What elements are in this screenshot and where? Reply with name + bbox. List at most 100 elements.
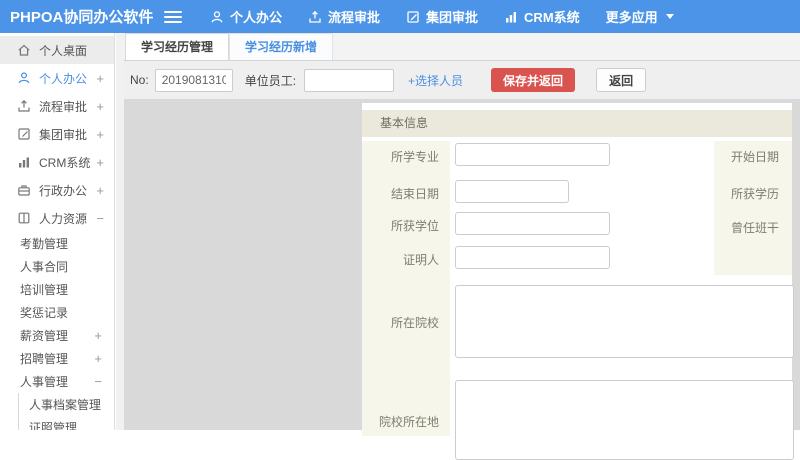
school-location-label: 院校所在地 bbox=[362, 413, 439, 430]
home-icon bbox=[17, 43, 31, 57]
sidebar-item-label: 集团审批 bbox=[39, 126, 87, 143]
tab-study-history-mgmt[interactable]: 学习经历管理 bbox=[125, 33, 229, 60]
sidebar-item-personal-desktop[interactable]: 个人桌面 bbox=[0, 36, 114, 64]
class-cadre-label: 曾任班干 bbox=[714, 219, 779, 236]
certifier-input[interactable] bbox=[455, 246, 610, 269]
expand-icon[interactable]: − bbox=[96, 211, 104, 226]
app-logo: PHPOA协同办公软件 bbox=[0, 6, 158, 27]
education-label: 所获学历 bbox=[714, 185, 779, 202]
sidebar-item-label: 招聘管理 bbox=[20, 350, 68, 367]
select-person-link[interactable]: +选择人员 bbox=[408, 72, 463, 89]
expand-icon[interactable]: + bbox=[94, 328, 102, 343]
major-input[interactable] bbox=[455, 143, 610, 166]
expand-icon[interactable]: + bbox=[96, 155, 104, 170]
book-icon bbox=[17, 211, 31, 225]
section-title: 基本信息 bbox=[362, 110, 792, 137]
sidebar-item-admin-office[interactable]: 行政办公 + bbox=[0, 176, 114, 204]
expand-icon[interactable]: + bbox=[96, 183, 104, 198]
expand-icon[interactable]: + bbox=[96, 99, 104, 114]
user-icon bbox=[17, 71, 31, 85]
sidebar-item-hr-contract[interactable]: 人事合同 bbox=[0, 255, 114, 278]
employee-input[interactable] bbox=[304, 69, 394, 92]
no-input[interactable] bbox=[155, 69, 233, 92]
sidebar-item-recruit-mgmt[interactable]: 招聘管理 + bbox=[0, 347, 114, 370]
flow-icon bbox=[17, 99, 31, 113]
briefcase-icon bbox=[17, 183, 31, 197]
topnav-label: 集团审批 bbox=[426, 7, 478, 26]
sidebar-item-salary-mgmt[interactable]: 薪资管理 + bbox=[0, 324, 114, 347]
sidebar-item-personnel-archive-mgmt[interactable]: 人事档案管理 bbox=[19, 393, 114, 416]
degree-label: 所获学位 bbox=[362, 217, 439, 234]
tab-bar: 学习经历管理 学习经历新增 bbox=[124, 33, 800, 61]
sidebar-item-attendance-mgmt[interactable]: 考勤管理 bbox=[0, 232, 114, 255]
topnav-item-more-apps[interactable]: 更多应用 bbox=[606, 7, 674, 26]
tab-study-history-new[interactable]: 学习经历新增 bbox=[229, 33, 333, 60]
sidebar-item-label: CRM系统 bbox=[39, 154, 90, 171]
edit-icon bbox=[17, 127, 31, 141]
topnav-item-personal-office[interactable]: 个人办公 bbox=[210, 7, 282, 26]
topnav-label: 更多应用 bbox=[606, 7, 658, 26]
school-textarea[interactable] bbox=[455, 285, 794, 358]
sidebar-item-hr[interactable]: 人力资源 − bbox=[0, 204, 114, 232]
end-date-label: 结束日期 bbox=[362, 185, 439, 202]
employee-label: 单位员工: bbox=[245, 72, 296, 89]
sidebar-item-personal-office[interactable]: 个人办公 + bbox=[0, 64, 114, 92]
sidebar-item-workflow-approval[interactable]: 流程审批 + bbox=[0, 92, 114, 120]
expand-icon[interactable]: + bbox=[94, 351, 102, 366]
sidebar-item-certificate-mgmt[interactable]: 证照管理 bbox=[19, 416, 114, 430]
sidebar-item-training-mgmt[interactable]: 培训管理 bbox=[0, 278, 114, 301]
top-bar: PHPOA协同办公软件 个人办公 流程审批 集团审批 CRM系统 更多应用 bbox=[0, 0, 800, 33]
sidebar-item-label: 人事合同 bbox=[20, 258, 68, 275]
school-label: 所在院校 bbox=[362, 314, 439, 331]
expand-icon[interactable]: − bbox=[94, 374, 102, 389]
menu-toggle-icon[interactable] bbox=[164, 11, 182, 23]
sidebar-item-label: 人事管理 bbox=[20, 373, 68, 390]
scrollbar-track[interactable] bbox=[116, 33, 124, 430]
topnav-item-crm[interactable]: CRM系统 bbox=[504, 7, 580, 26]
flow-icon bbox=[308, 10, 322, 24]
major-label: 所学专业 bbox=[362, 148, 439, 165]
sidebar-item-personnel-mgmt[interactable]: 人事管理 − bbox=[0, 370, 114, 393]
end-date-input[interactable] bbox=[455, 180, 569, 203]
sidebar-item-crm[interactable]: CRM系统 + bbox=[0, 148, 114, 176]
caret-down-icon bbox=[666, 14, 674, 19]
topnav-label: 个人办公 bbox=[230, 7, 282, 26]
start-date-label: 开始日期 bbox=[714, 148, 779, 165]
sidebar-item-label: 流程审批 bbox=[39, 98, 87, 115]
edit-icon bbox=[406, 10, 420, 24]
sidebar-item-label: 培训管理 bbox=[20, 281, 68, 298]
expand-icon[interactable]: + bbox=[96, 71, 104, 86]
back-button[interactable]: 返回 bbox=[596, 68, 646, 92]
sidebar-item-label: 行政办公 bbox=[39, 182, 87, 199]
sidebar-item-group-approval[interactable]: 集团审批 + bbox=[0, 120, 114, 148]
main-area: 学习经历管理 学习经历新增 No: 单位员工: +选择人员 保存并返回 返回 基… bbox=[116, 33, 800, 430]
sidebar-item-label: 人力资源 bbox=[39, 210, 87, 227]
school-location-textarea[interactable] bbox=[455, 380, 794, 460]
sidebar-item-reward-punishment[interactable]: 奖惩记录 bbox=[0, 301, 114, 324]
topnav-label: 流程审批 bbox=[328, 7, 380, 26]
form-body: 所学专业 结束日期 所获学位 证明人 所在院校 院校所在地 开始日期 所获学历 … bbox=[362, 141, 792, 426]
save-and-return-button[interactable]: 保存并返回 bbox=[491, 68, 575, 92]
chart-icon bbox=[504, 10, 518, 24]
sidebar-item-label: 薪资管理 bbox=[20, 327, 68, 344]
topnav-item-group-approval[interactable]: 集团审批 bbox=[406, 7, 478, 26]
form-toolbar: No: 单位员工: +选择人员 保存并返回 返回 bbox=[124, 61, 800, 100]
form-panel: 基本信息 所学专业 结束日期 所获学位 证明人 所在院校 院校所在地 开始日期 … bbox=[362, 103, 792, 430]
expand-icon[interactable]: + bbox=[96, 127, 104, 142]
sidebar-subtree: 人事档案管理 证照管理 bbox=[18, 393, 114, 430]
sidebar-item-label: 考勤管理 bbox=[20, 235, 68, 252]
sidebar-item-label: 证照管理 bbox=[29, 419, 77, 430]
topnav-label: CRM系统 bbox=[524, 7, 580, 26]
sidebar-item-label: 个人桌面 bbox=[39, 42, 87, 59]
no-label: No: bbox=[130, 73, 149, 87]
sidebar-item-label: 个人办公 bbox=[39, 70, 87, 87]
top-nav: 个人办公 流程审批 集团审批 CRM系统 更多应用 bbox=[210, 7, 674, 26]
degree-input[interactable] bbox=[455, 212, 610, 235]
sidebar-item-label: 奖惩记录 bbox=[20, 304, 68, 321]
user-icon bbox=[210, 10, 224, 24]
topnav-item-workflow-approval[interactable]: 流程审批 bbox=[308, 7, 380, 26]
chart-icon bbox=[17, 155, 31, 169]
sidebar: 个人桌面 个人办公 + 流程审批 + 集团审批 + CRM系统 + 行政办公 +… bbox=[0, 33, 115, 430]
sidebar-item-label: 人事档案管理 bbox=[29, 396, 101, 413]
certifier-label: 证明人 bbox=[362, 251, 439, 268]
